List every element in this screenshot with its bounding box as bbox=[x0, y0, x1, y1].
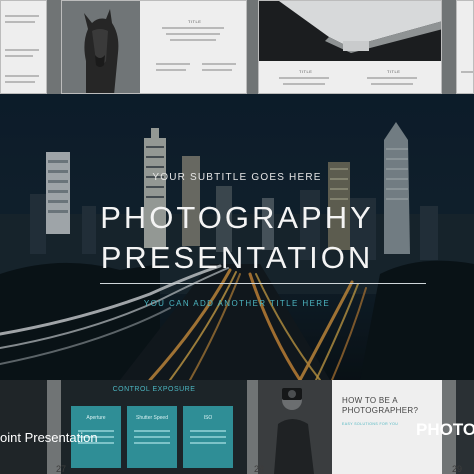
thumb-text-line bbox=[5, 21, 35, 23]
thumb-text-line bbox=[166, 33, 220, 35]
slide-gallery: TITLE TITLE TITLE YOUR SUBTITLE GOES HER… bbox=[0, 0, 474, 474]
overlay-caption-right: PHOTO bbox=[416, 420, 474, 439]
thumb-slide-left-top[interactable] bbox=[0, 0, 47, 94]
thumb-slide-control-exposure[interactable]: CONTROL EXPOSURE Aperture Shutter Speed … bbox=[61, 380, 247, 474]
thumb-text-line bbox=[5, 55, 33, 57]
page-number: 27 bbox=[56, 464, 67, 474]
thumb-text-line bbox=[5, 81, 35, 83]
card-text-line bbox=[190, 436, 226, 438]
thumb-text-line bbox=[461, 71, 473, 73]
thumb-text-line bbox=[5, 75, 39, 77]
slide-title-line2: PRESENTATION bbox=[100, 240, 374, 275]
thumb-text-line bbox=[202, 69, 232, 71]
thumb-slide-how-to[interactable]: HOW TO BE A PHOTOGRAPHER? EASY SOLUTIONS… bbox=[258, 380, 442, 474]
horse-photo bbox=[62, 1, 140, 93]
overlay-caption-left: oint Presentation bbox=[0, 430, 98, 445]
card-label: ISO bbox=[203, 415, 213, 421]
thumb-text-line bbox=[202, 63, 236, 65]
card-iso: ISO bbox=[183, 406, 233, 468]
page-number: 28 bbox=[254, 464, 265, 474]
card-text-line bbox=[190, 430, 226, 432]
page-number: 29 bbox=[452, 464, 463, 474]
thumb-text-line bbox=[156, 69, 186, 71]
card-label: Aperture bbox=[86, 415, 106, 421]
card-text-line bbox=[134, 430, 170, 432]
thumb-slide-horse[interactable]: TITLE bbox=[61, 0, 247, 94]
thumb-slide-left-bottom[interactable] bbox=[0, 380, 47, 474]
thumb-text-line bbox=[371, 83, 413, 85]
card-label: Shutter Speed bbox=[136, 415, 168, 421]
thumb-title: TITLE bbox=[188, 19, 202, 24]
thumb-slide-right-top[interactable] bbox=[456, 0, 474, 94]
thumb-title: TITLE bbox=[387, 69, 401, 74]
thumb-text-line bbox=[5, 15, 39, 17]
photographer-photo bbox=[258, 380, 332, 474]
card-shutter-speed: Shutter Speed bbox=[127, 406, 177, 468]
slide-title-line1: PHOTOGRAPHY bbox=[100, 200, 374, 235]
control-exposure-title: CONTROL EXPOSURE bbox=[112, 386, 196, 393]
howto-subtitle: EASY SOLUTIONS FOR YOU bbox=[342, 422, 399, 426]
thumb-text-line bbox=[162, 27, 224, 29]
card-text-line bbox=[190, 442, 226, 444]
card-text-line bbox=[134, 442, 170, 444]
card-text-line bbox=[134, 436, 170, 438]
thumb-text-line bbox=[367, 77, 417, 79]
thumb-text-line bbox=[170, 39, 216, 41]
featured-slide[interactable]: YOUR SUBTITLE GOES HERE PHOTOGRAPHY PRES… bbox=[0, 94, 474, 380]
thumb-slide-building[interactable]: TITLE TITLE bbox=[258, 0, 442, 94]
thumb-title: TITLE bbox=[299, 69, 313, 74]
howto-title-line2: PHOTOGRAPHER? bbox=[342, 406, 419, 415]
title-divider bbox=[100, 283, 426, 284]
thumb-text-line bbox=[5, 49, 39, 51]
city-night-photo bbox=[0, 94, 474, 380]
thumb-text-line bbox=[279, 77, 329, 79]
thumb-text-line bbox=[283, 83, 325, 85]
slide-subtitle: YOUR SUBTITLE GOES HERE bbox=[152, 172, 322, 183]
building-photo bbox=[259, 1, 441, 61]
thumb-text-line bbox=[156, 63, 190, 65]
howto-title-line1: HOW TO BE A bbox=[342, 396, 398, 405]
slide-tagline: YOU CAN ADD ANOTHER TITLE HERE bbox=[143, 299, 331, 308]
